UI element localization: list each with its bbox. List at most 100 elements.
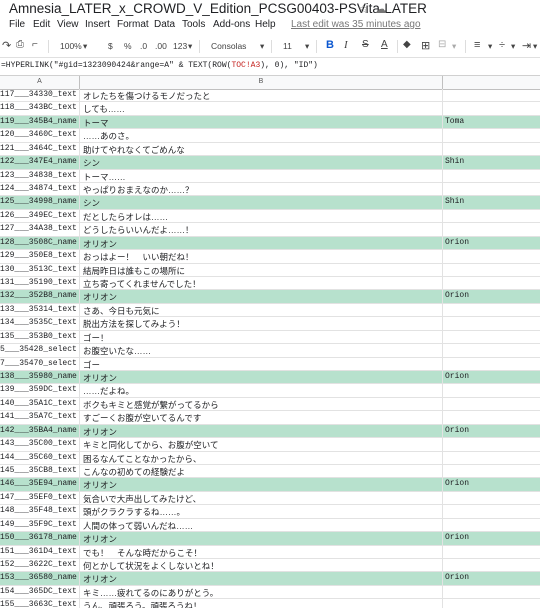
cell-grid[interactable]: 155___3663C_text うん、頑張ろう。頑張ろうね！ 154___365D… bbox=[0, 89, 540, 608]
text-wrap-icon[interactable]: ⇥ bbox=[522, 39, 531, 52]
table-row[interactable]: 149___35F9C_text 人間の体って弱いんだね…… bbox=[0, 519, 540, 533]
more-formats-button[interactable]: 123 bbox=[173, 41, 187, 51]
table-row[interactable]: 133___35314_text さあ、今日も元気に bbox=[0, 304, 540, 318]
menu-edit[interactable]: Edit bbox=[33, 19, 50, 30]
cell-id[interactable]: 122___347E4_name bbox=[0, 157, 79, 166]
cell-id[interactable]: 132___352B8_name bbox=[0, 291, 79, 300]
cell-id[interactable]: 129___350E8_text bbox=[0, 251, 79, 260]
cell-id[interactable]: 144___35C60_text bbox=[0, 453, 79, 462]
cell-text[interactable]: オリオン bbox=[83, 426, 441, 438]
font-size-select[interactable]: 11 bbox=[283, 41, 292, 51]
decrease-decimal-button[interactable]: .0 bbox=[140, 41, 147, 51]
menu-file[interactable]: File bbox=[9, 19, 25, 30]
cell-id[interactable]: 142___35BA4_name bbox=[0, 426, 79, 435]
column-resize-handle[interactable] bbox=[442, 76, 443, 89]
cell-text[interactable]: 立ち寄ってくれませんでした！ bbox=[83, 278, 441, 290]
cell-text[interactable]: しても…… bbox=[83, 103, 441, 115]
cell-id[interactable]: 119___345B4_name bbox=[0, 117, 79, 126]
menu-format[interactable]: Format bbox=[117, 19, 149, 30]
menu-view[interactable]: View bbox=[57, 19, 79, 30]
align-left-icon[interactable]: ≡ bbox=[474, 39, 480, 51]
last-edit-link[interactable]: Last edit was 35 minutes ago bbox=[291, 19, 421, 30]
cell-id[interactable]: 133___35314_text bbox=[0, 305, 79, 314]
cell-text[interactable]: ゴー bbox=[83, 359, 441, 371]
cell-id[interactable]: 7___35470_select bbox=[0, 359, 79, 368]
cell-id[interactable]: 117___34330_text bbox=[0, 90, 79, 99]
increase-decimal-button[interactable]: .00 bbox=[155, 41, 167, 51]
cloud-status-icon[interactable]: ☁ bbox=[375, 2, 393, 16]
table-row[interactable]: 144___35C60_text 困るなんてことなかったから、 bbox=[0, 452, 540, 466]
table-row[interactable]: 153___36580_name オリオン Orion bbox=[0, 572, 540, 586]
cell-text[interactable]: キミと同化してから、お腹が空いて bbox=[83, 439, 441, 451]
cell-text[interactable]: うん、頑張ろう。頑張ろうね！ bbox=[83, 600, 441, 608]
table-row[interactable]: 143___35C00_text キミと同化してから、お腹が空いて bbox=[0, 438, 540, 452]
cell-text[interactable]: オリオン bbox=[83, 533, 441, 545]
cell-id[interactable]: 140___35A1C_text bbox=[0, 399, 79, 408]
chevron-down-icon[interactable]: ▾ bbox=[533, 41, 537, 52]
cell-id[interactable]: 147___35EF0_text bbox=[0, 493, 79, 502]
cell-id[interactable]: 5___35428_select bbox=[0, 345, 79, 354]
cell-id[interactable]: 123___34838_text bbox=[0, 171, 79, 180]
cell-text[interactable]: さあ、今日も元気に bbox=[83, 305, 441, 317]
menu-insert[interactable]: Insert bbox=[85, 19, 110, 30]
print-icon[interactable]: ⎙ bbox=[16, 39, 24, 50]
cell-text[interactable]: トーマ…… bbox=[83, 171, 441, 183]
cell-text[interactable]: 人間の体って弱いんだね…… bbox=[83, 520, 441, 532]
currency-button[interactable]: $ bbox=[108, 41, 113, 51]
cell-speaker[interactable]: Orion bbox=[445, 238, 540, 247]
cell-text[interactable]: 脱出方法を探してみよう！ bbox=[83, 318, 441, 330]
cell-id[interactable]: 130___3513C_text bbox=[0, 265, 79, 274]
cell-id[interactable]: 146___35E94_name bbox=[0, 479, 79, 488]
cell-id[interactable]: 150___36178_name bbox=[0, 533, 79, 542]
table-row[interactable]: 139___359DC_text ……だよね。 bbox=[0, 384, 540, 398]
table-row[interactable]: 142___35BA4_name オリオン Orion bbox=[0, 424, 540, 439]
cell-id[interactable]: 149___35F9C_text bbox=[0, 520, 79, 529]
cell-text[interactable]: キミ……疲れてるのにありがとう。 bbox=[83, 587, 441, 599]
table-row[interactable]: 138___35980_name オリオン Orion bbox=[0, 371, 540, 385]
cell-text[interactable]: ……だよね。 bbox=[83, 385, 441, 397]
bold-button[interactable]: B bbox=[326, 39, 334, 51]
table-row[interactable]: 118___343BC_text しても…… bbox=[0, 102, 540, 116]
table-row[interactable]: 127___34A38_text どうしたらいいんだよ……！ bbox=[0, 223, 540, 237]
table-row[interactable]: 131___35190_text 立ち寄ってくれませんでした！ bbox=[0, 277, 540, 291]
table-row[interactable]: 132___352B8_name オリオン Orion bbox=[0, 290, 540, 304]
vertical-align-icon[interactable]: ÷ bbox=[499, 39, 505, 51]
cell-speaker[interactable]: Shin bbox=[445, 197, 540, 206]
table-row[interactable]: 121___3464C_text 助けてやれなくてごめんな bbox=[0, 143, 540, 157]
cell-speaker[interactable]: Toma bbox=[445, 117, 540, 126]
table-row[interactable]: 119___345B4_name トーマ Toma bbox=[0, 115, 540, 130]
cell-text[interactable]: オリオン bbox=[83, 573, 441, 585]
cell-text[interactable]: オリオン bbox=[83, 372, 441, 384]
table-row[interactable]: 155___3663C_text うん、頑張ろう。頑張ろうね！ bbox=[0, 599, 540, 608]
table-row[interactable]: 150___36178_name オリオン Orion bbox=[0, 532, 540, 546]
cell-text[interactable]: 助けてやれなくてごめんな bbox=[83, 144, 441, 156]
cell-text[interactable]: こんなの初めての経験だよ bbox=[83, 466, 441, 478]
cell-id[interactable]: 134___3535C_text bbox=[0, 318, 79, 327]
chevron-down-icon[interactable]: ▾ bbox=[305, 41, 309, 52]
cell-speaker[interactable]: Orion bbox=[445, 573, 540, 582]
table-row[interactable]: 129___350E8_text おっはよー！ いい朝だね！ bbox=[0, 250, 540, 264]
fill-color-icon[interactable]: ◆ bbox=[403, 39, 411, 50]
table-row[interactable]: 145___35CB8_text こんなの初めての経験だよ bbox=[0, 465, 540, 479]
table-row[interactable]: 122___347E4_name シン Shin bbox=[0, 156, 540, 170]
cell-id[interactable]: 135___353B0_text bbox=[0, 332, 79, 341]
cell-text[interactable]: お腹空いたな…… bbox=[83, 345, 441, 357]
table-row[interactable]: 148___35F48_text 頭がクラクラするね……。 bbox=[0, 505, 540, 519]
chevron-down-icon[interactable]: ▾ bbox=[83, 41, 87, 52]
cell-id[interactable]: 121___3464C_text bbox=[0, 144, 79, 153]
table-row[interactable]: 5___35428_select お腹空いたな…… bbox=[0, 344, 540, 358]
cell-text[interactable]: オレたちを傷つけるモノだったと bbox=[83, 90, 441, 102]
cell-id[interactable]: 131___35190_text bbox=[0, 278, 79, 287]
table-row[interactable]: 141___35A7C_text すごーくお腹が空いてるんです bbox=[0, 411, 540, 425]
strikethrough-button[interactable]: S bbox=[362, 39, 369, 50]
table-row[interactable]: 124___34874_text やっぱりおまえなのか……？ bbox=[0, 183, 540, 197]
table-row[interactable]: 123___34838_text トーマ…… bbox=[0, 170, 540, 183]
table-row[interactable]: 7___35470_select ゴー bbox=[0, 358, 540, 372]
cell-text[interactable]: 気合いで大声出してみたけど、 bbox=[83, 493, 441, 505]
table-row[interactable]: 147___35EF0_text 気合いで大声出してみたけど、 bbox=[0, 492, 540, 506]
cell-text[interactable]: ボクもキミと感覚が繋がってるから bbox=[83, 399, 441, 411]
table-row[interactable]: 126___349EC_text だとしたらオレは…… bbox=[0, 210, 540, 224]
cell-id[interactable]: 128___3508C_name bbox=[0, 238, 79, 247]
cell-id[interactable]: 154___365DC_text bbox=[0, 587, 79, 596]
borders-icon[interactable]: ⊞ bbox=[421, 39, 430, 52]
